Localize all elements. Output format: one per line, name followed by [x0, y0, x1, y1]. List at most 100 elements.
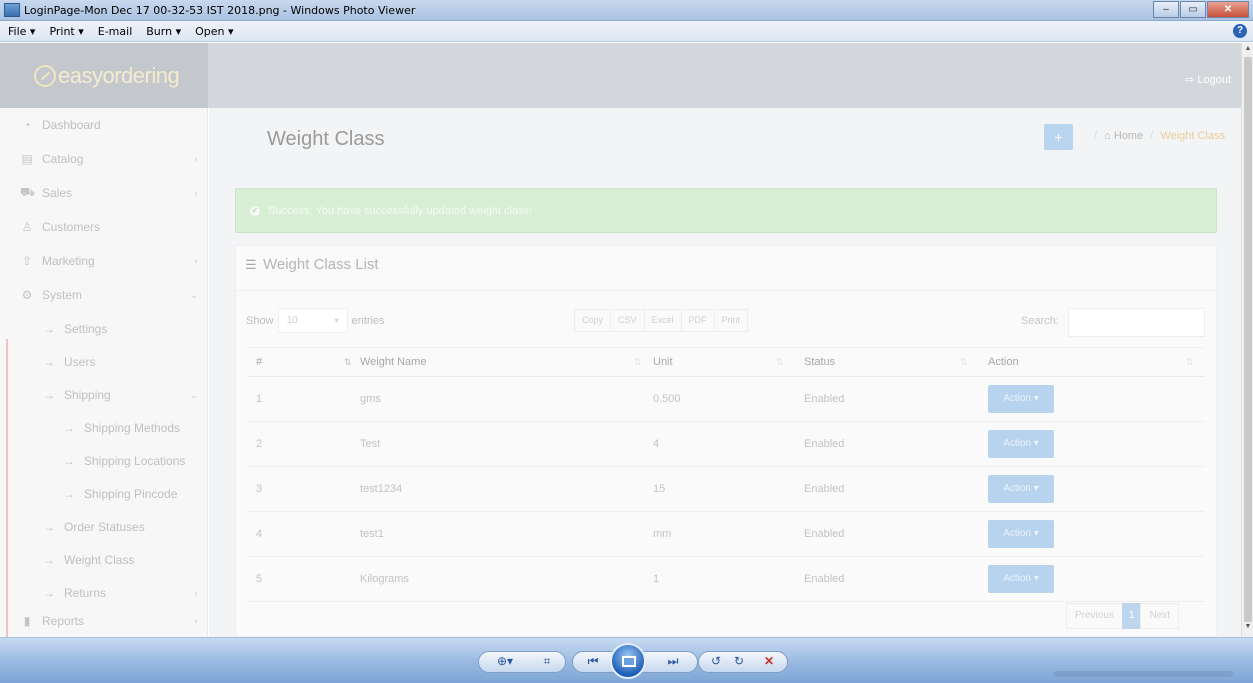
logo[interactable]: easyordering: [0, 43, 208, 108]
menu-burn[interactable]: Burn ▾: [146, 25, 181, 38]
action-dropdown-button[interactable]: Action ▾: [988, 565, 1054, 593]
cell-num: 1: [256, 393, 263, 405]
action-dropdown-button[interactable]: Action ▾: [988, 520, 1054, 548]
sidebar-item-label: Dashboard: [42, 118, 101, 132]
help-icon[interactable]: ?: [1233, 24, 1247, 38]
logo-text: easyordering: [58, 62, 180, 88]
sidebar-item-system[interactable]: ⚙ System ⌄: [0, 278, 208, 312]
logout-link[interactable]: ⇨ Logout: [1185, 73, 1231, 86]
sidebar-item-label: Marketing: [42, 254, 95, 268]
arrow-right-icon: →: [63, 487, 75, 501]
length-control: Show 10 ▾ entries: [246, 308, 385, 333]
success-alert: ✔ Success: You have successfully updated…: [235, 188, 1217, 233]
sidebar-item-users[interactable]: → Users: [0, 345, 208, 379]
actual-size-icon[interactable]: ⌗: [538, 654, 556, 669]
table-row: 2 Test 4 Enabled Action ▾: [248, 422, 1205, 467]
menu-file[interactable]: File ▾: [8, 25, 35, 38]
scroll-down-icon[interactable]: ▼: [1242, 623, 1253, 635]
header-status[interactable]: Status: [804, 356, 835, 368]
search-label: Search:: [1021, 315, 1059, 327]
sidebar-item-reports[interactable]: ▮ Reports ‹: [0, 604, 208, 637]
photo-viewer-icon: [4, 3, 20, 17]
sidebar-item-marketing[interactable]: ⇧ Marketing ‹: [0, 244, 208, 278]
menu-open[interactable]: Open ▾: [195, 25, 233, 38]
sidebar-item-weight-class[interactable]: → Weight Class: [0, 543, 208, 577]
user-icon: ♙: [21, 220, 33, 234]
delete-icon[interactable]: ✕: [760, 654, 778, 668]
scrollbar-thumb[interactable]: [1244, 57, 1252, 622]
close-button[interactable]: ✕: [1207, 1, 1249, 18]
print-button[interactable]: Print: [713, 309, 749, 332]
breadcrumb-separator: /: [1094, 130, 1098, 142]
marketing-icon: ⇧: [21, 254, 33, 268]
entries-label: entries: [351, 314, 385, 327]
pagination-page-1[interactable]: 1: [1121, 603, 1142, 629]
sidebar-item-sales[interactable]: ⛟ Sales ‹: [0, 176, 208, 210]
entries-select[interactable]: 10 ▾: [277, 308, 348, 333]
excel-button[interactable]: Excel: [643, 309, 682, 332]
pagination: Previous 1 Next: [1066, 603, 1180, 629]
table-row: 1 gms 0.500 Enabled Action ▾: [248, 377, 1205, 422]
header-unit[interactable]: Unit: [653, 356, 673, 368]
action-dropdown-button[interactable]: Action ▾: [988, 430, 1054, 458]
zoom-icon[interactable]: ⊕▾: [496, 654, 514, 668]
breadcrumb: / ⌂ Home / Weight Class: [1090, 130, 1225, 142]
pagination-previous[interactable]: Previous: [1066, 603, 1123, 629]
pdf-button[interactable]: PDF: [680, 309, 715, 332]
action-dropdown-button[interactable]: Action ▾: [988, 385, 1054, 413]
window-title: LoginPage-Mon Dec 17 00-32-53 IST 2018.p…: [24, 3, 416, 17]
add-weight-class-button[interactable]: +: [1044, 124, 1073, 150]
cell-status: Enabled: [804, 573, 845, 585]
gear-icon: ⚙: [21, 288, 33, 302]
search-input[interactable]: [1068, 308, 1205, 337]
sidebar-item-shipping-pincode[interactable]: → Shipping Pincode: [0, 477, 208, 511]
header-num[interactable]: #: [256, 356, 262, 368]
cell-num: 4: [256, 528, 263, 540]
copy-button[interactable]: Copy: [574, 309, 612, 332]
arrow-right-icon: →: [43, 322, 55, 336]
minimize-button[interactable]: –: [1153, 1, 1179, 18]
cell-num: 3: [256, 483, 263, 495]
maximize-button[interactable]: ▭: [1180, 1, 1206, 18]
menu-bar: File ▾ Print ▾ E-mail Burn ▾ Open ▾ ?: [0, 21, 1253, 42]
cart-icon: ⛟: [20, 185, 36, 199]
sidebar-item-settings[interactable]: → Settings: [0, 312, 208, 346]
scroll-up-icon[interactable]: ▲: [1242, 45, 1253, 57]
csv-button[interactable]: CSV: [610, 309, 645, 332]
header-action: Action: [988, 356, 1019, 368]
cell-unit: 15: [653, 483, 666, 495]
sidebar-item-shipping-methods[interactable]: → Shipping Methods: [0, 411, 208, 445]
window-titlebar: LoginPage-Mon Dec 17 00-32-53 IST 2018.p…: [0, 0, 1253, 21]
sidebar-item-shipping[interactable]: → Shipping ⌄: [0, 378, 208, 412]
zoom-slider[interactable]: [1053, 671, 1233, 677]
menu-print[interactable]: Print ▾: [49, 25, 83, 38]
chevron-left-icon: ‹: [194, 615, 198, 627]
menu-email[interactable]: E-mail: [98, 25, 133, 38]
arrow-right-icon: →: [43, 388, 55, 402]
next-image-icon[interactable]: ⏭: [664, 654, 682, 669]
rotate-clockwise-icon[interactable]: ↻: [730, 654, 748, 668]
pagination-next[interactable]: Next: [1140, 603, 1180, 629]
chevron-left-icon: ‹: [194, 587, 198, 599]
rotate-counterclockwise-icon[interactable]: ↺: [707, 654, 725, 668]
sidebar-item-label: Shipping Pincode: [84, 487, 178, 501]
page-title: Weight Class: [267, 128, 385, 150]
action-dropdown-button[interactable]: Action ▾: [988, 475, 1054, 503]
sidebar-item-shipping-locations[interactable]: → Shipping Locations: [0, 444, 208, 478]
image-viewport: easyordering ⇨ Logout ◔ Dashboard ▤ Cata…: [0, 43, 1241, 637]
cell-unit: mm: [653, 528, 672, 540]
header-weight-name[interactable]: Weight Name: [360, 356, 426, 368]
vertical-scrollbar[interactable]: ▲ ▼: [1241, 43, 1253, 637]
previous-image-icon[interactable]: ⏮: [584, 654, 602, 669]
sidebar-item-catalog[interactable]: ▤ Catalog ‹: [0, 142, 208, 176]
sidebar-item-label: Reports: [42, 614, 85, 628]
sidebar-item-dashboard[interactable]: ◔ Dashboard: [0, 108, 208, 142]
slideshow-button[interactable]: [610, 643, 646, 679]
sidebar-item-customers[interactable]: ♙ Customers: [0, 210, 208, 244]
sidebar-item-label: Shipping Locations: [84, 454, 186, 468]
sidebar-item-order-statuses[interactable]: → Order Statuses: [0, 510, 208, 544]
chevron-down-icon: ⌄: [189, 289, 198, 301]
breadcrumb-home-link[interactable]: ⌂ Home: [1104, 130, 1143, 142]
sort-icon: ⇅: [344, 356, 352, 367]
app-header: easyordering ⇨ Logout: [0, 43, 1241, 108]
